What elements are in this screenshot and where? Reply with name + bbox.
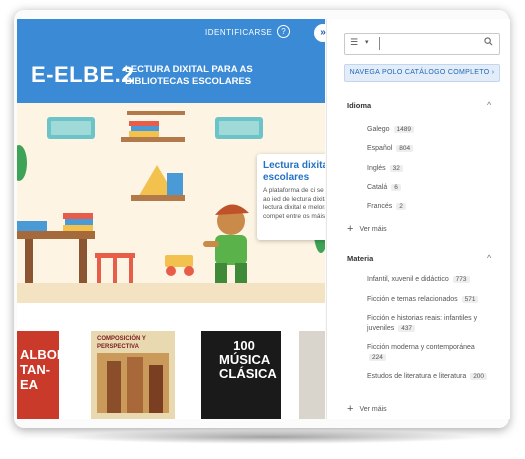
facet-item[interactable]: Catalá 6 [367,183,492,193]
book-title: 100 MÚSICA CLÁSICA [219,338,277,381]
book-art [97,353,169,413]
book-cover[interactable]: COMPOSICIÓN Y PERSPECTIVA [91,331,175,419]
see-more-label: Ver máis [359,406,387,413]
main-page: IDENTIFICARSE ? E-ELBE.2 LECTURA DIXITAL… [17,19,325,419]
facet-label: Francés [367,203,393,210]
book-cover[interactable]: ALBOM TAN- EA [17,331,59,419]
facet-label: Ficción e temas relacionados [367,296,458,303]
facet-label: Ficción e historias reais: infantiles y … [367,315,478,332]
facet-count: 6 [391,184,401,191]
chevron-down-icon[interactable]: ▾ [365,38,369,46]
facet-label: Galego [367,126,390,133]
facet-count: 1489 [393,126,414,133]
book-carousel: ALBOM TAN- EA COMPOSICIÓN Y PERSPECTIVA … [17,319,325,419]
facet-label: Ficción moderna y contemporánea [367,344,475,351]
facet-count: 571 [461,296,479,303]
help-icon[interactable]: ? [277,25,290,38]
facet-item[interactable]: Ficción e temas relacionados 571 [367,295,492,305]
facet-item[interactable]: Ficción moderna y contemporánea 224 [367,343,492,363]
plus-icon: + [347,223,354,235]
book-title: ALBOM TAN- EA [20,347,59,392]
popup-text: A plataforma de ci se expandiu ao ied de… [263,187,325,220]
identify-link[interactable]: IDENTIFICARSE [205,28,272,37]
facet-label: Inglés [367,165,386,172]
see-more-idioma-button[interactable]: + Ver máis [347,223,387,235]
facet-count: 32 [389,165,403,172]
catalog-sidebar: ☰ ▾ NAVEGA POLO CATÁLOGO COMPLETO › Idio… [326,19,510,419]
popup-title: Lectura dixital e escolares [263,160,325,183]
list-icon[interactable]: ☰ [350,37,358,48]
facet-item[interactable]: Inglés 32 [367,164,492,174]
brand-tagline: LECTURA DIXITAL PARA AS BIBLIOTECAS ESCO… [125,64,253,87]
facet-item[interactable]: Infantil, xuvenil e didáctico 773 [367,275,492,285]
facet-title-idioma[interactable]: Idioma [347,101,371,110]
facet-count: 804 [396,145,414,152]
chevron-up-icon[interactable]: ^ [487,253,491,263]
book-cover[interactable] [299,331,325,419]
info-popup[interactable]: Lectura dixital e escolares A plataforma… [257,154,325,240]
search-divider [379,37,380,50]
facet-item[interactable]: Francés 2 [367,202,492,212]
facet-count: 773 [452,276,470,283]
facet-count: 437 [398,325,416,332]
facet-title-materia[interactable]: Materia [347,254,373,263]
search-icon[interactable] [484,37,493,48]
hero-illustration: Lectura dixital e escolares A plataforma… [17,103,325,303]
facet-count: 224 [369,354,386,361]
hero-banner: IDENTIFICARSE ? E-ELBE.2 LECTURA DIXITAL… [17,19,325,103]
browse-catalog-button[interactable]: NAVEGA POLO CATÁLOGO COMPLETO › [344,64,500,82]
facet-item[interactable]: Español 804 [367,144,492,154]
facet-item[interactable]: Galego 1489 [367,125,492,135]
facet-label: Catalá [367,184,388,191]
see-more-materia-button[interactable]: + Ver máis [347,403,387,415]
chevron-up-icon[interactable]: ^ [487,100,491,110]
search-input[interactable]: ☰ ▾ [344,33,500,55]
facet-label: Español [367,145,393,152]
facet-count: 200 [470,373,488,380]
book-cover[interactable]: 100 MÚSICA CLÁSICA [201,331,281,419]
facet-item[interactable]: Ficción e historias reais: infantiles y … [367,314,492,334]
facet-count: 2 [396,203,406,210]
facet-label: Infantil, xuvenil e didáctico [367,276,449,283]
frame-shadow [60,430,480,444]
see-more-label: Ver máis [359,226,387,233]
facet-label: Estudos de literatura e literatura [367,373,467,380]
facet-item[interactable]: Estudos de literatura e literatura 200 [367,372,492,382]
plus-icon: + [347,403,354,415]
brand-title: E-ELBE.2 [31,62,135,87]
